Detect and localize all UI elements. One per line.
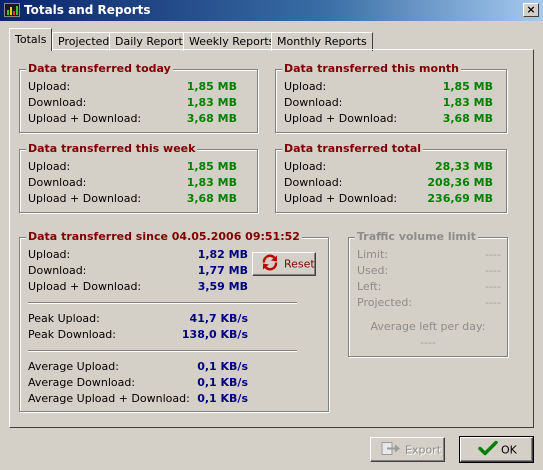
download-value: 1,83 MB [186, 96, 237, 109]
group-week: Data transferred this week Upload: 1,85 M… [19, 142, 258, 213]
peak-download-label: Peak Download: [28, 328, 116, 341]
used-label: Used: [357, 264, 389, 277]
download-value: 208,36 MB [427, 176, 493, 189]
app-icon [4, 3, 20, 17]
total-label: Upload + Download: [284, 112, 398, 125]
limit-label: Limit: [357, 248, 388, 261]
export-icon [381, 440, 401, 459]
upload-value: 1,85 MB [186, 160, 237, 173]
upload-label: Upload: [284, 80, 327, 93]
group-title: Traffic volume limit [355, 230, 478, 243]
group-traffic-limit: Traffic volume limit Limit: ---- Used: ---… [348, 230, 508, 357]
total-value: 3,59 MB [197, 280, 248, 293]
title-bar: Totals and Reports × [0, 0, 543, 21]
peak-download-value: 138,0 KB/s [181, 328, 248, 341]
export-button[interactable]: Export [370, 437, 445, 462]
upload-value: 1,85 MB [186, 80, 237, 93]
window-title: Totals and Reports [24, 3, 151, 17]
total-value: 3,68 MB [186, 112, 237, 125]
avg-upload-value: 0,1 KB/s [197, 360, 248, 373]
reset-label: Reset [284, 257, 315, 271]
total-label: Upload + Download: [28, 280, 142, 293]
total-label: Upload + Download: [28, 192, 142, 205]
totals-panel: Data transferred today Upload: 1,85 MB Do… [9, 49, 534, 428]
total-value: 3,68 MB [186, 192, 237, 205]
projected-label: Projected: [357, 296, 413, 309]
avg-left-label: Average left per day: [370, 320, 486, 333]
avg-left-value: ---- [420, 336, 436, 349]
separator [28, 302, 297, 304]
upload-value: 28,33 MB [435, 160, 493, 173]
group-today: Data transferred today Upload: 1,85 MB Do… [19, 62, 258, 133]
upload-label: Upload: [28, 248, 71, 261]
reset-button[interactable]: Reset [252, 252, 316, 276]
ok-button[interactable]: OK [459, 436, 534, 463]
used-value: ---- [485, 264, 501, 277]
separator [28, 350, 297, 352]
left-value: ---- [485, 280, 501, 293]
group-since: Data transferred since 04.05.2006 09:51:… [19, 230, 329, 412]
upload-value: 1,82 MB [197, 248, 248, 261]
download-label: Download: [28, 176, 87, 189]
export-label: Export [405, 443, 442, 456]
group-title: Data transferred this week [26, 142, 198, 155]
avg-download-value: 0,1 KB/s [197, 376, 248, 389]
download-label: Download: [28, 96, 87, 109]
checkmark-icon [478, 440, 498, 459]
download-label: Download: [28, 264, 87, 277]
total-value: 236,69 MB [427, 192, 493, 205]
download-label: Download: [284, 176, 343, 189]
total-label: Upload + Download: [28, 112, 142, 125]
ok-label: OK [501, 443, 517, 456]
group-title: Data transferred total [282, 142, 424, 155]
avg-both-label: Average Upload + Download: [28, 392, 190, 405]
avg-upload-label: Average Upload: [28, 360, 119, 373]
group-month: Data transferred this month Upload: 1,85 … [275, 62, 507, 133]
download-value: 1,83 MB [442, 96, 493, 109]
total-value: 3,68 MB [442, 112, 493, 125]
group-title: Data transferred today [26, 62, 173, 75]
group-total: Data transferred total Upload: 28,33 MB D… [275, 142, 507, 213]
limit-value: ---- [485, 248, 501, 261]
group-title: Data transferred since 04.05.2006 09:51:… [26, 230, 302, 243]
download-label: Download: [284, 96, 343, 109]
upload-label: Upload: [28, 80, 71, 93]
left-label: Left: [357, 280, 382, 293]
upload-label: Upload: [284, 160, 327, 173]
peak-upload-value: 41,7 KB/s [189, 312, 248, 325]
avg-both-value: 0,1 KB/s [197, 392, 248, 405]
upload-value: 1,85 MB [442, 80, 493, 93]
total-label: Upload + Download: [284, 192, 398, 205]
upload-label: Upload: [28, 160, 71, 173]
close-button[interactable]: × [523, 3, 539, 17]
tab-totals[interactable]: Totals [9, 28, 53, 51]
group-title: Data transferred this month [282, 62, 461, 75]
download-value: 1,77 MB [197, 264, 248, 277]
avg-download-label: Average Download: [28, 376, 136, 389]
download-value: 1,83 MB [186, 176, 237, 189]
projected-value: ---- [485, 296, 501, 309]
refresh-icon [261, 254, 279, 274]
peak-upload-label: Peak Upload: [28, 312, 100, 325]
